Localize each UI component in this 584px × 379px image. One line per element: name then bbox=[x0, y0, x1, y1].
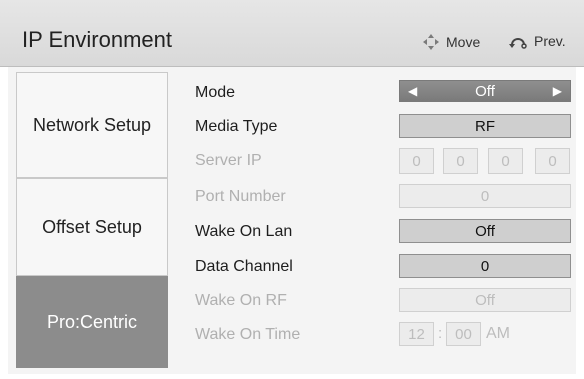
mode-row[interactable]: Mode ◀ Off ▶ bbox=[195, 79, 575, 107]
sidebar-item-network-setup[interactable]: Network Setup bbox=[16, 72, 168, 178]
sidebar-item-label: Network Setup bbox=[32, 114, 152, 135]
data-channel-row[interactable]: Data Channel 0 bbox=[195, 253, 575, 281]
mode-value: Off bbox=[475, 82, 495, 100]
mode-label: Mode bbox=[195, 84, 236, 101]
wake-hour-field: 12 bbox=[399, 322, 434, 346]
four-way-arrows-icon bbox=[423, 34, 439, 50]
server-ip-octet-2: 0 bbox=[443, 148, 478, 174]
sidebar-item-label: Offset Setup bbox=[42, 216, 142, 237]
move-hint: Move bbox=[422, 33, 480, 51]
right-arrow-icon[interactable]: ▶ bbox=[553, 84, 562, 98]
return-icon bbox=[509, 38, 527, 49]
prev-label: Prev. bbox=[534, 33, 566, 49]
data-channel-field[interactable]: 0 bbox=[399, 254, 571, 278]
port-number-label: Port Number bbox=[195, 188, 286, 205]
port-number-row: Port Number 0 bbox=[195, 183, 575, 211]
server-ip-octet-4: 0 bbox=[535, 148, 570, 174]
server-ip-label: Server IP bbox=[195, 152, 262, 169]
wake-on-lan-label: Wake On Lan bbox=[195, 223, 293, 240]
wake-on-rf-field: Off bbox=[399, 288, 571, 312]
wake-on-time-label: Wake On Time bbox=[195, 326, 301, 343]
wake-on-rf-row: Wake On RF Off bbox=[195, 287, 575, 315]
prev-hint[interactable]: Prev. bbox=[508, 33, 566, 49]
data-channel-label: Data Channel bbox=[195, 258, 293, 275]
move-label: Move bbox=[446, 34, 481, 50]
dialog-header: IP Environment Move Prev. bbox=[0, 0, 584, 67]
mode-selector[interactable]: ◀ Off ▶ bbox=[399, 80, 571, 102]
server-ip-octet-1: 0 bbox=[399, 148, 434, 174]
wake-ampm: AM bbox=[486, 325, 510, 342]
wake-on-lan-field[interactable]: Off bbox=[399, 219, 571, 243]
time-separator: : bbox=[438, 325, 443, 342]
left-arrow-icon[interactable]: ◀ bbox=[408, 84, 417, 98]
server-ip-row: Server IP 0 0 0 0 bbox=[195, 147, 575, 175]
wake-on-time-row: Wake On Time 12 : 00 AM bbox=[195, 321, 575, 349]
sidebar-item-offset-setup[interactable]: Offset Setup bbox=[16, 178, 168, 276]
media-type-label: Media Type bbox=[195, 118, 278, 135]
wake-on-rf-label: Wake On RF bbox=[195, 292, 287, 309]
page-title: IP Environment bbox=[22, 27, 173, 52]
sidebar-item-label: Pro:Centric bbox=[46, 311, 138, 332]
server-ip-octet-3: 0 bbox=[488, 148, 523, 174]
port-number-field: 0 bbox=[399, 184, 571, 208]
media-type-row[interactable]: Media Type RF bbox=[195, 113, 575, 141]
sidebar-item-pro-centric[interactable]: Pro:Centric bbox=[16, 276, 168, 368]
media-type-field[interactable]: RF bbox=[399, 114, 571, 138]
ip-environment-dialog: IP Environment Move Prev. Network Setup bbox=[0, 0, 584, 379]
wake-on-lan-row[interactable]: Wake On Lan Off bbox=[195, 218, 575, 246]
wake-minute-field: 00 bbox=[446, 322, 481, 346]
